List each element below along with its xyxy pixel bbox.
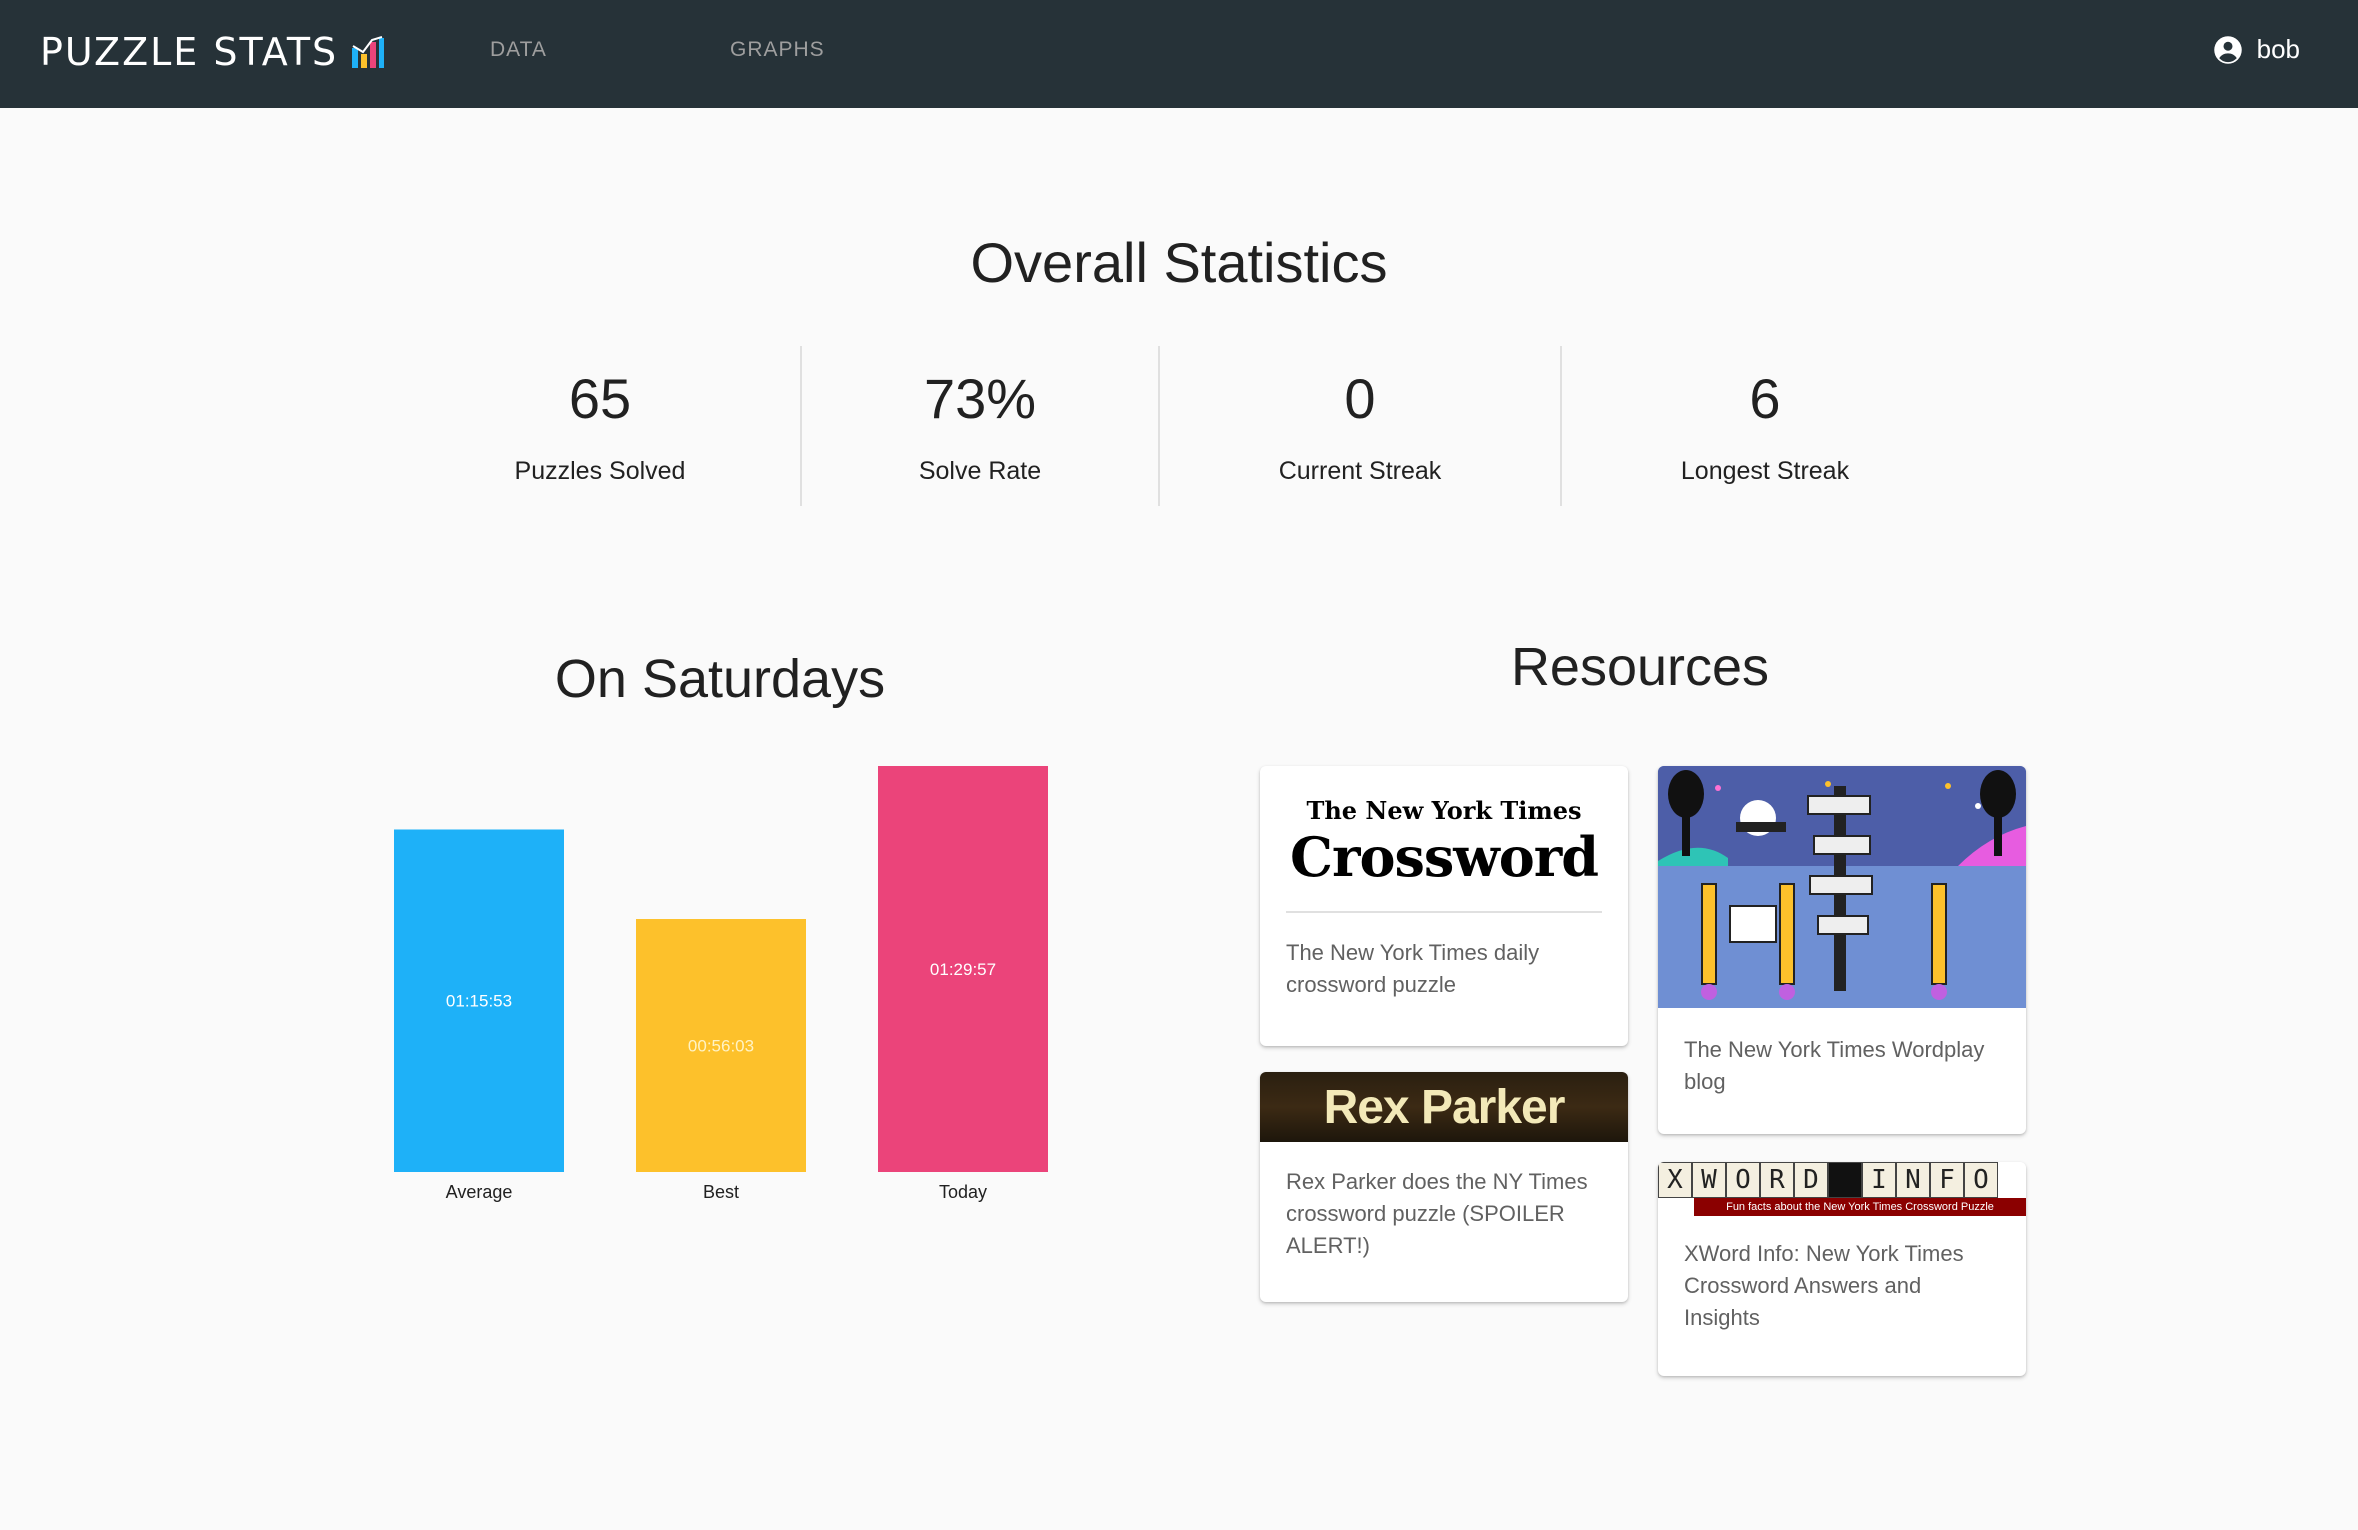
resource-card-nyt-wordplay[interactable]: The New York Times Wordplay blog	[1658, 766, 2026, 1134]
saturdays-title: On Saturdays	[554, 649, 886, 709]
rex-parker-logo-text: Rex Parker	[1323, 1080, 1566, 1134]
xword-cell: D	[1794, 1162, 1828, 1198]
xword-cell: X	[1658, 1162, 1692, 1198]
wordplay-illustration	[1658, 766, 2026, 1008]
overall-stats: 65 Puzzles Solved 73% Solve Rate 0 Curre…	[400, 346, 1960, 506]
user-menu[interactable]: bob	[2213, 34, 2300, 65]
brand[interactable]: PUZZLE STATS	[40, 30, 386, 74]
stat-label: Current Streak	[1278, 457, 1442, 485]
xword-cell: O	[1726, 1162, 1760, 1198]
xword-cell-black	[1828, 1162, 1862, 1198]
saturday-times-chart: 01:15:53 Average 00:56:03 Best 01:29:57 Today	[370, 740, 1070, 1210]
xword-cell: W	[1692, 1162, 1726, 1198]
rex-parker-logo: Rex Parker	[1260, 1072, 1628, 1142]
x-tick-label: Today	[939, 1182, 987, 1202]
card-description: The New York Times daily crossword puzzl…	[1286, 940, 1540, 997]
brand-title: PUZZLE STATS	[40, 30, 339, 74]
card-description: The New York Times Wordplay blog	[1684, 1037, 1985, 1094]
nyt-logo-main: Crossword	[1290, 825, 1599, 889]
card-divider	[1286, 911, 1602, 913]
resource-card-rex-parker[interactable]: Rex Parker Rex Parker does the NY Times …	[1260, 1072, 1628, 1302]
stat-value: 0	[1344, 367, 1376, 430]
overall-statistics-title: Overall Statistics	[970, 231, 1388, 294]
account-circle-icon	[2213, 35, 2242, 64]
xword-logo-subtitle: Fun facts about the New York Times Cross…	[1694, 1198, 2026, 1216]
xword-logo-cells: X W O R D I N F O	[1658, 1162, 2026, 1198]
stat-value: 73%	[923, 367, 1037, 430]
stat-label: Puzzles Solved	[514, 457, 686, 485]
nav-data[interactable]: DATA	[490, 38, 547, 62]
x-tick-label: Average	[446, 1182, 513, 1202]
card-description: Rex Parker does the NY Times crossword p…	[1286, 1169, 1588, 1258]
x-tick-label: Best	[703, 1182, 739, 1202]
card-description: XWord Info: New York Times Crossword Ans…	[1684, 1241, 1964, 1330]
stat-longest-streak: 6 Longest Streak	[1562, 346, 1968, 506]
stat-value: 65	[568, 367, 632, 430]
bar-value-label: 01:29:57	[930, 960, 996, 979]
xword-cell: O	[1964, 1162, 1998, 1198]
resource-card-nyt-crossword[interactable]: The New York Times Crossword The New Yor…	[1260, 766, 1628, 1046]
stat-puzzles-solved: 65 Puzzles Solved	[400, 346, 800, 506]
xword-cell: R	[1760, 1162, 1794, 1198]
xword-cell: F	[1930, 1162, 1964, 1198]
bar-value-label: 01:15:53	[446, 992, 512, 1011]
stat-current-streak: 0 Current Streak	[1160, 346, 1560, 506]
xword-info-logo: X W O R D I N F O Fun facts about the Ne…	[1658, 1162, 2026, 1218]
nyt-logo-top: The New York Times	[1306, 796, 1582, 825]
resources-title: Resources	[1510, 637, 1770, 697]
stat-value: 6	[1749, 367, 1781, 430]
bar-chart-icon	[352, 36, 385, 68]
user-name: bob	[2256, 34, 2300, 64]
stat-label: Solve Rate	[918, 457, 1042, 485]
nyt-crossword-logo: The New York Times Crossword	[1260, 766, 1628, 889]
top-app-bar: PUZZLE STATS DATA GRAPHS bob	[0, 0, 2358, 108]
bar-value-label: 00:56:03	[688, 1037, 754, 1056]
nav-graphs[interactable]: GRAPHS	[730, 38, 825, 62]
xword-cell: N	[1896, 1162, 1930, 1198]
stat-solve-rate: 73% Solve Rate	[802, 346, 1158, 506]
stat-label: Longest Streak	[1680, 457, 1850, 485]
chart-svg: 01:15:53 Average 00:56:03 Best 01:29:57 Today	[394, 766, 1048, 1202]
xword-cell: I	[1862, 1162, 1896, 1198]
resource-card-xword-info[interactable]: X W O R D I N F O Fun facts about the Ne…	[1658, 1162, 2026, 1376]
